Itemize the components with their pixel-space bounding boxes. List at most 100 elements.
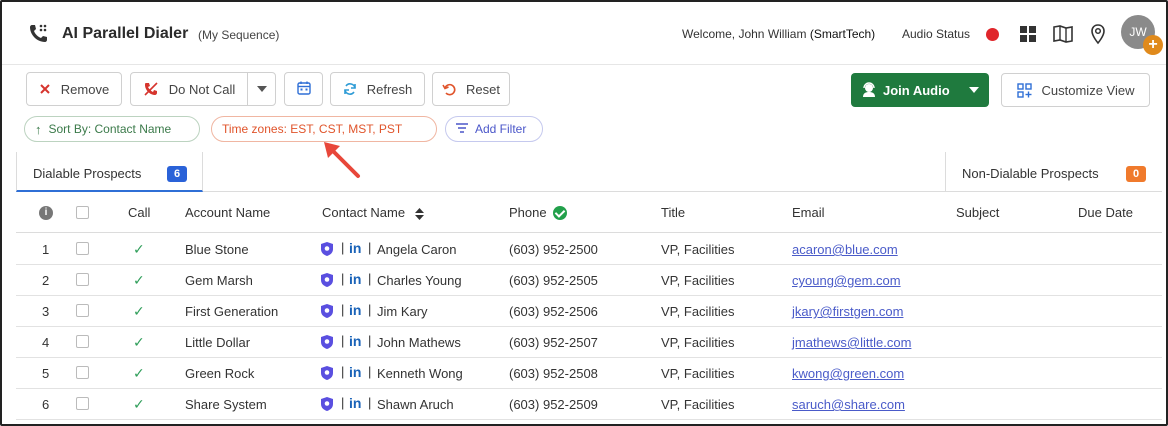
tab-dialable-prospects[interactable]: Dialable Prospects 6 bbox=[16, 152, 203, 192]
non-dialable-count-badge: 0 bbox=[1126, 166, 1146, 182]
linkedin-icon[interactable]: in bbox=[349, 302, 361, 318]
shield-icon[interactable] bbox=[321, 366, 333, 380]
col-account-name[interactable]: Account Name bbox=[185, 205, 270, 220]
separator: | bbox=[368, 333, 372, 348]
callable-check-icon: ✓ bbox=[133, 303, 145, 319]
table-row[interactable]: 6 ✓ Share System | in | Shawn Aruch (603… bbox=[16, 389, 1162, 420]
add-filter-button[interactable]: Add Filter bbox=[445, 116, 543, 142]
phone-number[interactable]: (603) 952-2505 bbox=[509, 273, 598, 288]
customize-view-button[interactable]: Customize View bbox=[1001, 73, 1150, 107]
tab-non-dialable-label: Non-Dialable Prospects bbox=[962, 166, 1099, 181]
row-checkbox[interactable] bbox=[76, 304, 89, 317]
contact-title: VP, Facilities bbox=[661, 366, 735, 381]
account-name: First Generation bbox=[185, 304, 279, 319]
col-call: Call bbox=[128, 205, 151, 220]
shield-icon[interactable] bbox=[321, 304, 333, 318]
email-link[interactable]: jmathews@little.com bbox=[792, 335, 911, 350]
book-icon[interactable] bbox=[1052, 23, 1074, 45]
table-row[interactable]: 1 ✓ Blue Stone | in | Angela Caron (603)… bbox=[16, 234, 1162, 265]
phone-number[interactable]: (603) 952-2509 bbox=[509, 397, 598, 412]
sort-icon[interactable] bbox=[414, 207, 424, 220]
account-name: Little Dollar bbox=[185, 335, 251, 350]
row-checkbox[interactable] bbox=[76, 366, 89, 379]
row-checkbox[interactable] bbox=[76, 273, 89, 286]
annotation-arrow-icon bbox=[324, 142, 360, 178]
linkedin-icon[interactable]: in bbox=[349, 395, 361, 411]
row-checkbox[interactable] bbox=[76, 335, 89, 348]
col-contact-name-label: Contact Name bbox=[322, 205, 406, 220]
refresh-icon bbox=[343, 82, 357, 96]
linkedin-icon[interactable]: in bbox=[349, 333, 361, 349]
row-number: 2 bbox=[42, 273, 50, 288]
separator: | bbox=[368, 302, 372, 317]
phone-number[interactable]: (603) 952-2507 bbox=[509, 335, 598, 350]
shield-icon[interactable] bbox=[321, 273, 333, 287]
phone-number[interactable]: (603) 952-2508 bbox=[509, 366, 598, 381]
reset-label: Reset bbox=[466, 81, 500, 97]
separator: | bbox=[368, 271, 372, 286]
row-checkbox[interactable] bbox=[76, 397, 89, 410]
col-email[interactable]: Email bbox=[792, 205, 825, 220]
select-all-checkbox[interactable] bbox=[76, 206, 89, 219]
location-pin-icon[interactable] bbox=[1087, 23, 1109, 45]
phone-number[interactable]: (603) 952-2506 bbox=[509, 304, 598, 319]
info-icon[interactable]: i bbox=[39, 206, 53, 220]
do-not-call-button[interactable]: Do Not Call bbox=[130, 72, 248, 106]
col-contact-name[interactable]: Contact Name bbox=[322, 205, 424, 220]
table-row[interactable]: 4 ✓ Little Dollar | in | John Mathews (6… bbox=[16, 327, 1162, 358]
shield-icon[interactable] bbox=[321, 397, 333, 411]
sort-label: Sort By: Contact Name bbox=[48, 122, 172, 136]
grid-icon[interactable] bbox=[1017, 23, 1039, 45]
contact-name[interactable]: Angela Caron bbox=[377, 242, 457, 257]
email-link[interactable]: saruch@share.com bbox=[792, 397, 905, 412]
chevron-down-icon[interactable] bbox=[969, 87, 979, 93]
email-link[interactable]: acaron@blue.com bbox=[792, 242, 898, 257]
contact-name[interactable]: Kenneth Wong bbox=[377, 366, 463, 381]
email-link[interactable]: kwong@green.com bbox=[792, 366, 904, 381]
verified-check-icon bbox=[552, 205, 567, 220]
email-link[interactable]: jkary@firstgen.com bbox=[792, 304, 903, 319]
row-checkbox[interactable] bbox=[76, 242, 89, 255]
row-number: 4 bbox=[42, 335, 50, 350]
table-row[interactable]: 5 ✓ Green Rock | in | Kenneth Wong (603)… bbox=[16, 358, 1162, 389]
contact-name[interactable]: John Mathews bbox=[377, 335, 461, 350]
linkedin-icon[interactable]: in bbox=[349, 240, 361, 256]
phone-number[interactable]: (603) 952-2500 bbox=[509, 242, 598, 257]
account-name: Share System bbox=[185, 397, 267, 412]
col-title[interactable]: Title bbox=[661, 205, 685, 220]
linkedin-icon[interactable]: in bbox=[349, 271, 361, 287]
dialable-count-badge: 6 bbox=[167, 166, 187, 182]
sequence-label: (My Sequence) bbox=[198, 28, 280, 42]
sort-chip[interactable]: ↑ Sort By: Contact Name bbox=[24, 116, 200, 142]
refresh-label: Refresh bbox=[366, 81, 413, 97]
table-row[interactable]: 2 ✓ Gem Marsh | in | Charles Young (603)… bbox=[16, 265, 1162, 296]
email-link[interactable]: cyoung@gem.com bbox=[792, 273, 901, 288]
contact-name[interactable]: Jim Kary bbox=[377, 304, 428, 319]
separator: | bbox=[341, 302, 345, 317]
col-subject[interactable]: Subject bbox=[956, 205, 999, 220]
account-name: Green Rock bbox=[185, 366, 255, 381]
phone-dialer-icon bbox=[30, 24, 47, 42]
contact-name[interactable]: Charles Young bbox=[377, 273, 462, 288]
col-phone[interactable]: Phone bbox=[509, 205, 567, 221]
col-due-date[interactable]: Due Date bbox=[1078, 205, 1133, 220]
shield-icon[interactable] bbox=[321, 335, 333, 349]
join-audio-button[interactable]: Join Audio bbox=[851, 73, 989, 107]
remove-label: Remove bbox=[60, 81, 110, 97]
table-row[interactable]: 3 ✓ First Generation | in | Jim Kary (60… bbox=[16, 296, 1162, 327]
welcome-org: (SmartTech) bbox=[809, 27, 876, 41]
tab-non-dialable-prospects[interactable]: Non-Dialable Prospects 0 bbox=[945, 152, 1162, 192]
refresh-button[interactable]: Refresh bbox=[330, 72, 425, 106]
shield-icon[interactable] bbox=[321, 242, 333, 256]
callable-check-icon: ✓ bbox=[133, 272, 145, 288]
avatar-plus-badge[interactable]: + bbox=[1143, 35, 1163, 55]
calendar-button[interactable] bbox=[284, 72, 323, 106]
audio-status-indicator bbox=[986, 28, 999, 41]
do-not-call-dropdown[interactable] bbox=[247, 72, 276, 106]
separator: | bbox=[341, 364, 345, 379]
remove-button[interactable]: Remove bbox=[26, 72, 122, 106]
contact-name[interactable]: Shawn Aruch bbox=[377, 397, 454, 412]
contact-title: VP, Facilities bbox=[661, 397, 735, 412]
reset-button[interactable]: Reset bbox=[432, 72, 510, 106]
linkedin-icon[interactable]: in bbox=[349, 364, 361, 380]
